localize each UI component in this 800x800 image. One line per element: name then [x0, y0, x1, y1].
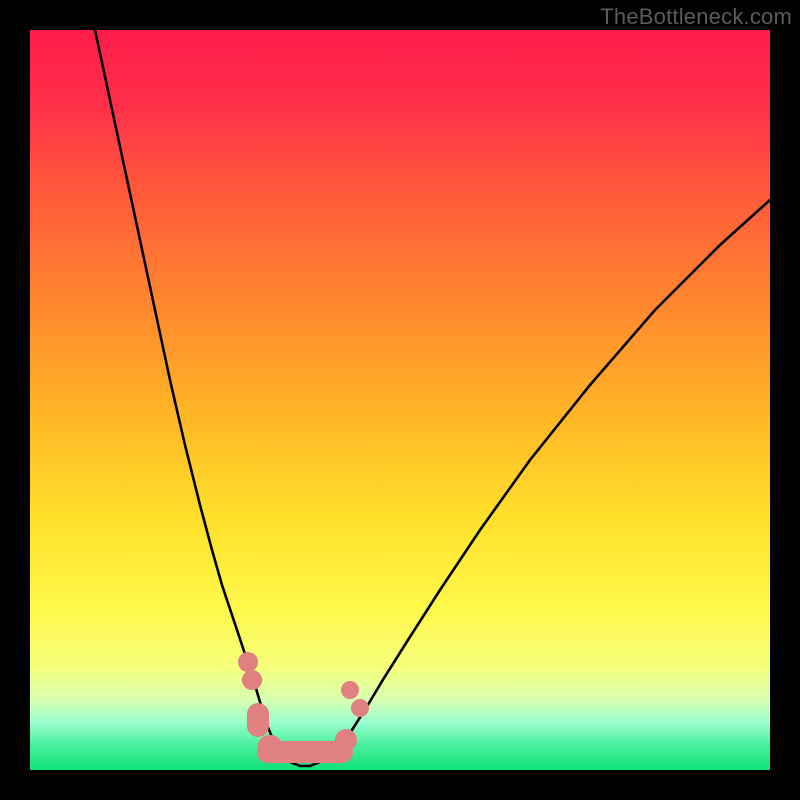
data-marker — [242, 670, 262, 690]
data-marker — [247, 703, 269, 737]
data-marker — [238, 652, 258, 672]
data-marker — [351, 699, 369, 717]
bottleneck-curve — [30, 30, 770, 770]
data-marker — [335, 729, 357, 751]
watermark-text: TheBottleneck.com — [600, 4, 792, 30]
curve-right-branch — [330, 200, 770, 756]
plot-area — [30, 30, 770, 770]
data-marker — [341, 681, 359, 699]
data-marker — [258, 735, 282, 757]
chart-frame: TheBottleneck.com — [0, 0, 800, 800]
curve-left-branch — [95, 30, 282, 756]
